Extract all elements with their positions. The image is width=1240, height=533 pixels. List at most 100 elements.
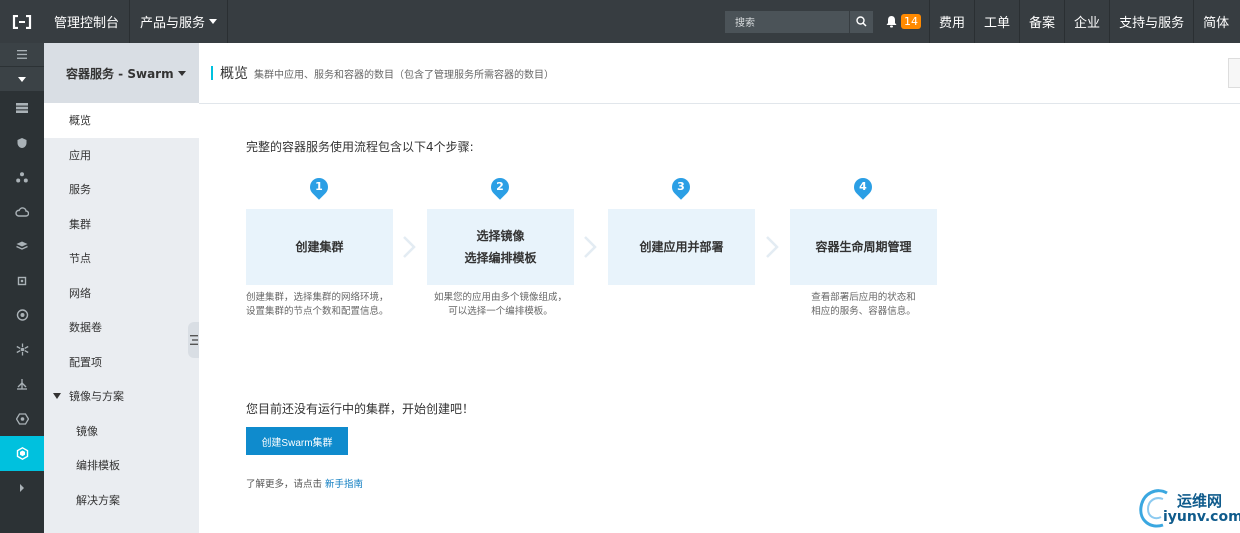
search-input[interactable]: 搜索 xyxy=(725,10,849,33)
step-title: 容器生命周期管理 xyxy=(815,240,912,254)
beginner-guide-link[interactable]: 新手指南 xyxy=(325,479,363,490)
expand-triangle-icon xyxy=(53,393,61,400)
collapse-lines-icon xyxy=(190,335,198,345)
container-cube-icon xyxy=(16,446,28,460)
tree-structure-icon xyxy=(17,379,27,390)
network-nodes-icon xyxy=(16,171,28,183)
cloud-icon xyxy=(15,207,29,217)
sidebar-item-configs[interactable]: 配置项 xyxy=(44,345,199,380)
header-action-button[interactable] xyxy=(1228,58,1240,88)
sidebar-group-images-solutions[interactable]: 镜像与方案 xyxy=(44,379,199,414)
caret-down-icon xyxy=(18,76,26,82)
billing-link[interactable]: 费用 xyxy=(929,0,974,43)
no-cluster-message: 您目前还没有运行中的集群，开始创建吧！ xyxy=(246,402,475,416)
step-number-marker: 1 xyxy=(306,174,332,200)
step-title-line-2: 选择编排模板 xyxy=(464,251,537,265)
title-accent-bar xyxy=(211,66,213,80)
create-swarm-cluster-button[interactable]: 创建Swarm集群 xyxy=(246,427,348,455)
sidebar-item-volumes[interactable]: 数据卷 xyxy=(44,310,199,345)
search-icon xyxy=(856,16,867,27)
step-description: 查看部署后应用的状态和 相应的服务、容器信息。 xyxy=(811,292,916,317)
chevron-down-icon xyxy=(177,70,186,76)
page-title: 概览 xyxy=(220,66,248,82)
page-header: 概览 集群中应用、服务和容器的数目（包含了管理服务所需容器的数目） xyxy=(199,43,1240,104)
language-link[interactable]: 简体 xyxy=(1193,0,1238,43)
ticket-link[interactable]: 工单 xyxy=(974,0,1019,43)
server-icon xyxy=(16,103,28,114)
step-box: 创建集群 xyxy=(246,209,393,285)
notification-count-badge: 14 xyxy=(901,14,921,29)
overview-content: 完整的容器服务使用流程包含以下4个步骤: 1 创建集群 创建集群，选择集群的网络… xyxy=(246,138,1046,490)
products-menu-label: 产品与服务 xyxy=(140,16,206,31)
products-menu[interactable]: 产品与服务 xyxy=(130,0,229,43)
workflow-intro: 完整的容器服务使用流程包含以下4个步骤: xyxy=(246,140,474,154)
step-description: 如果您的应用由多个镜像组成， 可以选择一个编排模板。 xyxy=(433,292,567,317)
watermark-cn-text: 运维网 xyxy=(1177,492,1223,510)
step-title: 创建应用并部署 xyxy=(639,240,724,254)
sidebar-item-networks[interactable]: 网络 xyxy=(44,276,199,311)
aliyun-logo-icon[interactable] xyxy=(0,0,44,43)
rail-item-chip[interactable] xyxy=(0,264,44,299)
page-description: 集群中应用、服务和容器的数目（包含了管理服务所需容器的数目） xyxy=(254,69,554,81)
step-description: 创建集群，选择集群的网络环境， 设置集群的节点个数和配置信息。 xyxy=(246,292,389,317)
service-title: 容器服务 - Swarm xyxy=(66,66,174,81)
chevron-down-icon xyxy=(209,19,218,24)
support-link[interactable]: 支持与服务 xyxy=(1109,0,1193,43)
eye-ring-icon xyxy=(16,309,28,321)
bell-icon xyxy=(886,16,897,28)
sidebar-item-overview[interactable]: 概览 xyxy=(44,103,199,138)
rail-item-ecs[interactable] xyxy=(0,91,44,126)
sidebar-item-templates[interactable]: 编排模板 xyxy=(44,448,199,483)
step-number-marker: 3 xyxy=(668,174,694,200)
enterprise-link[interactable]: 企业 xyxy=(1064,0,1109,43)
search-button[interactable] xyxy=(849,10,873,33)
sidebar-item-services[interactable]: 服务 xyxy=(44,172,199,207)
step-title: 创建集群 xyxy=(295,240,344,254)
hexagon-eye-icon xyxy=(15,413,29,425)
menu-toggle-button[interactable] xyxy=(0,43,44,66)
rail-more-button[interactable] xyxy=(0,471,44,506)
step-box: 选择镜像 选择编排模板 xyxy=(427,209,574,285)
layers-icon xyxy=(16,241,28,250)
rail-item-cdn[interactable] xyxy=(0,402,44,437)
step-number-marker: 2 xyxy=(487,174,513,200)
step-box: 创建应用并部署 xyxy=(608,209,755,285)
chip-icon xyxy=(17,276,27,285)
learn-more-text: 了解更多，请点击 新手指南 xyxy=(246,476,363,490)
sidebar-item-nodes[interactable]: 节点 xyxy=(44,241,199,276)
service-switcher[interactable]: 容器服务 - Swarm xyxy=(44,43,199,103)
shield-icon xyxy=(17,137,27,148)
icon-rail xyxy=(0,43,44,533)
learn-more-label: 了解更多，请点击 xyxy=(246,479,323,490)
chevron-right-icon xyxy=(20,483,24,492)
rail-item-database[interactable] xyxy=(0,229,44,264)
site-watermark: 运维网 iyunv.com xyxy=(1137,487,1240,533)
rail-item-cloud[interactable] xyxy=(0,195,44,230)
rail-item-monitor[interactable] xyxy=(0,298,44,333)
top-navigation-bar: 管理控制台 产品与服务 搜索 14 费用 工单 备案 企业 支持与服务 简体 xyxy=(0,0,1240,43)
icp-filing-link[interactable]: 备案 xyxy=(1019,0,1064,43)
rail-item-tree[interactable] xyxy=(0,367,44,402)
rail-expand-button[interactable] xyxy=(0,66,44,91)
chevron-right-icon xyxy=(766,236,779,258)
service-sidebar: 容器服务 - Swarm 概览 应用 服务 集群 节点 网络 数据卷 配置项 镜… xyxy=(44,43,199,533)
hub-icon xyxy=(15,343,29,356)
hamburger-icon xyxy=(17,50,27,59)
rail-item-container-service[interactable] xyxy=(0,436,44,471)
sidebar-item-applications[interactable]: 应用 xyxy=(44,138,199,173)
watermark-en-text: iyunv.com xyxy=(1163,509,1240,525)
sidebar-item-solutions[interactable]: 解决方案 xyxy=(44,483,199,518)
sidebar-item-images[interactable]: 镜像 xyxy=(44,414,199,449)
rail-item-network[interactable] xyxy=(0,160,44,195)
notification-button[interactable]: 14 xyxy=(885,14,921,29)
rail-item-cluster[interactable] xyxy=(0,333,44,368)
sidebar-item-clusters[interactable]: 集群 xyxy=(44,207,199,242)
workflow-steps: 1 创建集群 创建集群，选择集群的网络环境， 设置集群的节点个数和配置信息。 2… xyxy=(246,174,966,328)
rail-item-security[interactable] xyxy=(0,126,44,161)
step-title: 选择镜像 xyxy=(476,229,525,243)
main-content: 概览 集群中应用、服务和容器的数目（包含了管理服务所需容器的数目） 完整的容器服… xyxy=(199,43,1240,533)
step-number-marker: 4 xyxy=(850,174,876,200)
console-link[interactable]: 管理控制台 xyxy=(44,0,131,43)
chevron-right-icon xyxy=(584,236,597,258)
step-box: 容器生命周期管理 xyxy=(790,209,937,285)
